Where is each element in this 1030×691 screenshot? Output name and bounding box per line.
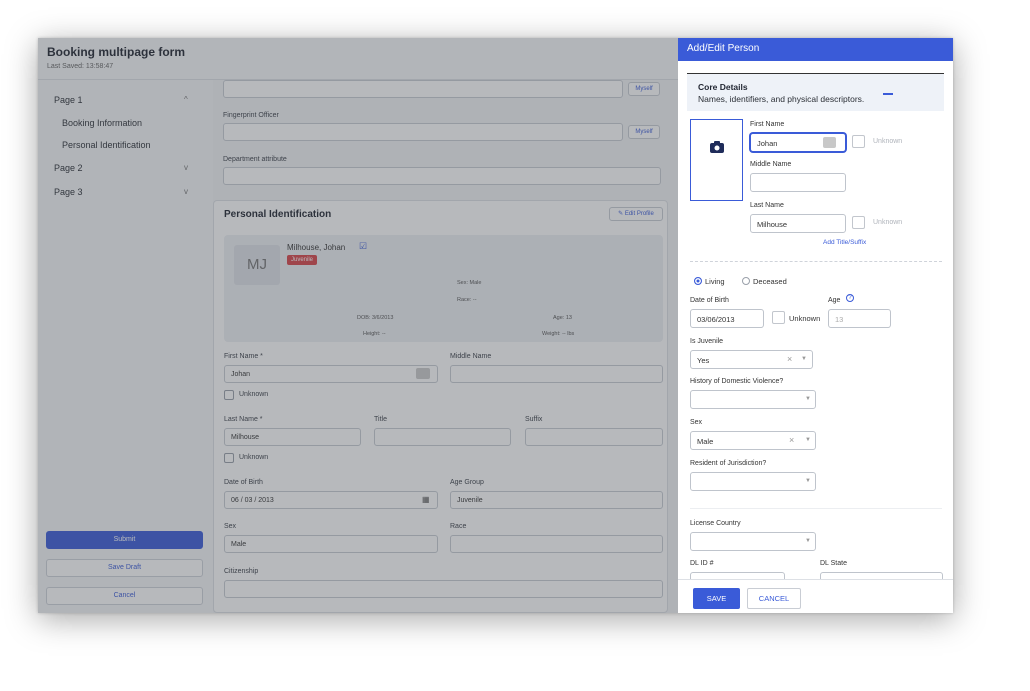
section-divider	[690, 261, 942, 262]
chevron-down-icon[interactable]: ▼	[805, 437, 811, 443]
save-button[interactable]: SAVE	[693, 588, 740, 609]
clear-icon[interactable]: ×	[787, 354, 792, 364]
dob-unknown-label: Unknown	[789, 314, 821, 323]
panel-footer: SAVE CANCEL	[678, 579, 953, 613]
age-label: Age	[828, 297, 841, 304]
resident-select[interactable]	[690, 472, 816, 491]
dv-history-label: History of Domestic Violence?	[690, 378, 784, 385]
core-details-section[interactable]: Core Details Names, identifiers, and phy…	[687, 73, 944, 111]
app-window: Booking multipage form Last Saved: 13:58…	[38, 38, 953, 613]
cancel-button[interactable]: CANCEL	[747, 588, 801, 609]
collapse-icon[interactable]	[883, 93, 893, 95]
first-name-unknown-checkbox[interactable]	[852, 135, 865, 148]
panel-header: Add/Edit Person	[678, 38, 953, 61]
dl-id-label: DL ID #	[690, 560, 714, 567]
modal-overlay[interactable]	[38, 38, 678, 613]
is-juvenile-label: Is Juvenile	[690, 338, 724, 345]
chevron-down-icon[interactable]: ▼	[805, 478, 811, 484]
dob-unknown-checkbox[interactable]	[772, 311, 785, 324]
divider	[690, 508, 942, 509]
deceased-radio[interactable]	[742, 277, 750, 285]
first-name-label: First Name	[750, 121, 785, 128]
dob-label: Date of Birth	[690, 297, 729, 304]
core-details-title: Core Details	[698, 82, 748, 92]
contact-card-icon	[823, 137, 836, 148]
first-name-unknown-label: Unknown	[873, 138, 903, 145]
chevron-down-icon[interactable]: ▼	[805, 396, 811, 402]
dv-history-select[interactable]	[690, 390, 816, 409]
add-title-suffix-link[interactable]: Add Title/Suffix	[823, 239, 866, 246]
dob-input[interactable]: 03/06/2013	[690, 309, 764, 328]
help-icon[interactable]: ?	[846, 294, 854, 302]
add-edit-person-panel: Add/Edit Person Core Details Names, iden…	[678, 38, 953, 613]
last-name-unknown-checkbox[interactable]	[852, 216, 865, 229]
middle-name-label: Middle Name	[750, 161, 792, 168]
license-country-select[interactable]	[690, 532, 816, 551]
panel-title: Add/Edit Person	[687, 43, 760, 54]
last-name-input[interactable]: Milhouse	[750, 214, 846, 233]
clear-icon[interactable]: ×	[789, 435, 794, 445]
living-label: Living	[705, 277, 725, 286]
living-radio[interactable]	[694, 277, 702, 285]
resident-label: Resident of Jurisdiction?	[690, 460, 767, 467]
license-country-label: License Country	[690, 520, 741, 527]
chevron-down-icon[interactable]: ▼	[801, 356, 807, 362]
sex-select[interactable]: Male	[690, 431, 816, 450]
last-name-unknown-label: Unknown	[873, 219, 903, 226]
deceased-label: Deceased	[753, 277, 787, 286]
is-juvenile-select[interactable]: Yes	[690, 350, 813, 369]
chevron-down-icon[interactable]: ▼	[805, 538, 811, 544]
sex-label: Sex	[690, 419, 703, 426]
middle-name-input[interactable]	[750, 173, 846, 192]
last-name-label: Last Name	[750, 202, 784, 209]
camera-icon	[710, 141, 724, 153]
age-input: 13	[828, 309, 891, 328]
dl-state-label: DL State	[820, 560, 847, 567]
photo-upload[interactable]	[690, 119, 743, 201]
core-details-subtitle: Names, identifiers, and physical descrip…	[698, 94, 865, 104]
